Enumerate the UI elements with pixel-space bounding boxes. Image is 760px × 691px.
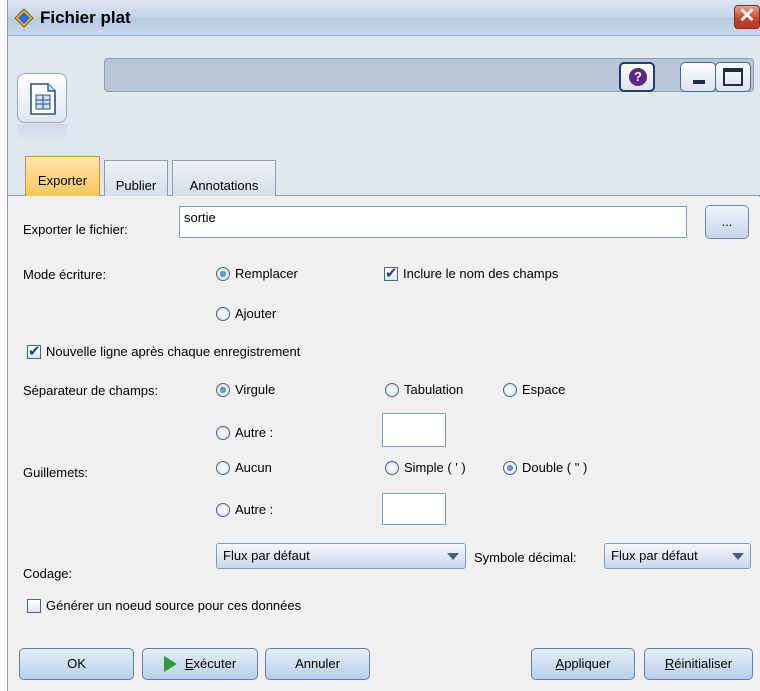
encoding-label: Codage: [23, 566, 73, 581]
radio-label: Aucun [235, 460, 272, 475]
include-field-names-checkbox[interactable]: Inclure le nom des champs [384, 264, 559, 282]
radio-label: Simple ( ' ) [404, 460, 466, 475]
reset-label-rest: éinitialiser [674, 656, 733, 671]
browse-button[interactable]: ... [705, 205, 749, 239]
execute-label-rest: xécuter [193, 656, 237, 671]
decimal-dropdown[interactable]: Flux par défaut [604, 543, 751, 569]
node-name-bar [104, 58, 754, 92]
quotes-other-input[interactable] [382, 493, 446, 525]
radio-dot [385, 460, 399, 475]
radio-label: Autre : [235, 502, 274, 517]
write-mode-label: Mode écriture: [23, 267, 107, 282]
separator-label: Séparateur de champs: [23, 383, 159, 398]
tab-annotations[interactable]: Annotations [172, 160, 276, 196]
radio-dot [503, 382, 517, 397]
checkbox-label: Inclure le nom des champs [403, 266, 559, 281]
encoding-value: Flux par défaut [223, 548, 310, 563]
window-title: Fichier plat [40, 8, 131, 27]
checkbox-box [27, 342, 41, 360]
cancel-button[interactable]: Annuler [265, 648, 370, 680]
radio-label: Double ( " ) [522, 460, 588, 475]
apply-button[interactable]: Appliquer [531, 648, 635, 680]
apply-label-rest: ppliquer [564, 656, 611, 671]
title-bar[interactable]: Fichier plat ✕ [8, 0, 760, 36]
execute-button[interactable]: Exécuter [142, 648, 258, 680]
minimize-header-button[interactable] [680, 62, 716, 92]
play-icon [163, 655, 177, 672]
ok-button[interactable]: OK [19, 648, 134, 680]
export-file-input[interactable]: sortie [179, 206, 687, 238]
chevron-down-icon [447, 553, 459, 560]
chevron-down-icon [732, 553, 744, 560]
radio-label: Tabulation [404, 382, 464, 397]
radio-separator-autre[interactable]: Autre : [216, 425, 273, 440]
radio-double[interactable]: Double ( " ) [503, 460, 587, 475]
flat-file-icon [30, 83, 56, 115]
generate-source-checkbox[interactable]: Générer un noeud source pour ces données [27, 598, 301, 613]
radio-label: Remplacer [235, 266, 298, 281]
minimize-icon [693, 80, 705, 84]
radio-label: Virgule [235, 382, 276, 397]
decimal-value: Flux par défaut [611, 548, 698, 563]
node-tile-reflection [17, 124, 67, 142]
app-diamond-icon [14, 8, 34, 28]
close-icon: ✕ [738, 5, 756, 27]
node-tile [17, 73, 67, 123]
checkbox-box [27, 598, 41, 613]
radio-simple[interactable]: Simple ( ' ) [385, 460, 466, 475]
tab-publier[interactable]: Publier [104, 160, 168, 196]
radio-dot [216, 382, 230, 397]
execute-mnemonic: E [184, 656, 194, 671]
radio-label: Autre : [235, 425, 274, 440]
radio-dot [385, 382, 399, 397]
checkbox-box [384, 264, 398, 282]
radio-espace[interactable]: Espace [503, 382, 565, 397]
checkbox-label: Générer un noeud source pour ces données [46, 598, 302, 613]
node-header: ? [8, 36, 760, 154]
radio-dot [216, 502, 230, 517]
export-file-label: Exporter le fichier: [23, 222, 128, 237]
radio-tabulation[interactable]: Tabulation [385, 382, 463, 397]
tab-exporter[interactable]: Exporter [25, 156, 100, 196]
maximize-icon [723, 68, 743, 86]
radio-aucun[interactable]: Aucun [216, 460, 272, 475]
radio-ajouter[interactable]: Ajouter [216, 306, 276, 321]
maximize-header-button[interactable] [715, 62, 751, 92]
tab-strip: Exporter Publier Annotations [8, 154, 760, 196]
radio-label: Espace [522, 382, 566, 397]
reset-button[interactable]: Réinitialiser [644, 648, 753, 680]
radio-dot [216, 425, 230, 440]
radio-label: Ajouter [235, 306, 277, 321]
help-icon: ? [629, 68, 647, 86]
radio-quotes-autre[interactable]: Autre : [216, 502, 273, 517]
radio-virgule[interactable]: Virgule [216, 382, 275, 397]
radio-dot [216, 460, 230, 475]
radio-dot [216, 266, 230, 281]
close-button[interactable]: ✕ [734, 5, 760, 29]
help-button[interactable]: ? [619, 62, 655, 92]
checkbox-label: Nouvelle ligne après chaque enregistreme… [46, 344, 301, 359]
reset-mnemonic: R [664, 656, 675, 671]
apply-mnemonic: A [555, 656, 565, 671]
export-panel: Exporter le fichier: sortie ... Mode écr… [8, 197, 760, 691]
quotes-label: Guillemets: [23, 465, 89, 480]
separator-other-input[interactable] [382, 413, 446, 447]
newline-checkbox[interactable]: Nouvelle ligne après chaque enregistreme… [27, 342, 301, 360]
encoding-dropdown[interactable]: Flux par défaut [216, 543, 466, 569]
dialog-window: Fichier plat ✕ ? Exporter Publier Annota… [7, 0, 760, 691]
radio-dot [216, 306, 230, 321]
radio-remplacer[interactable]: Remplacer [216, 266, 298, 281]
decimal-label: Symbole décimal: [474, 550, 577, 565]
radio-dot [503, 460, 517, 475]
